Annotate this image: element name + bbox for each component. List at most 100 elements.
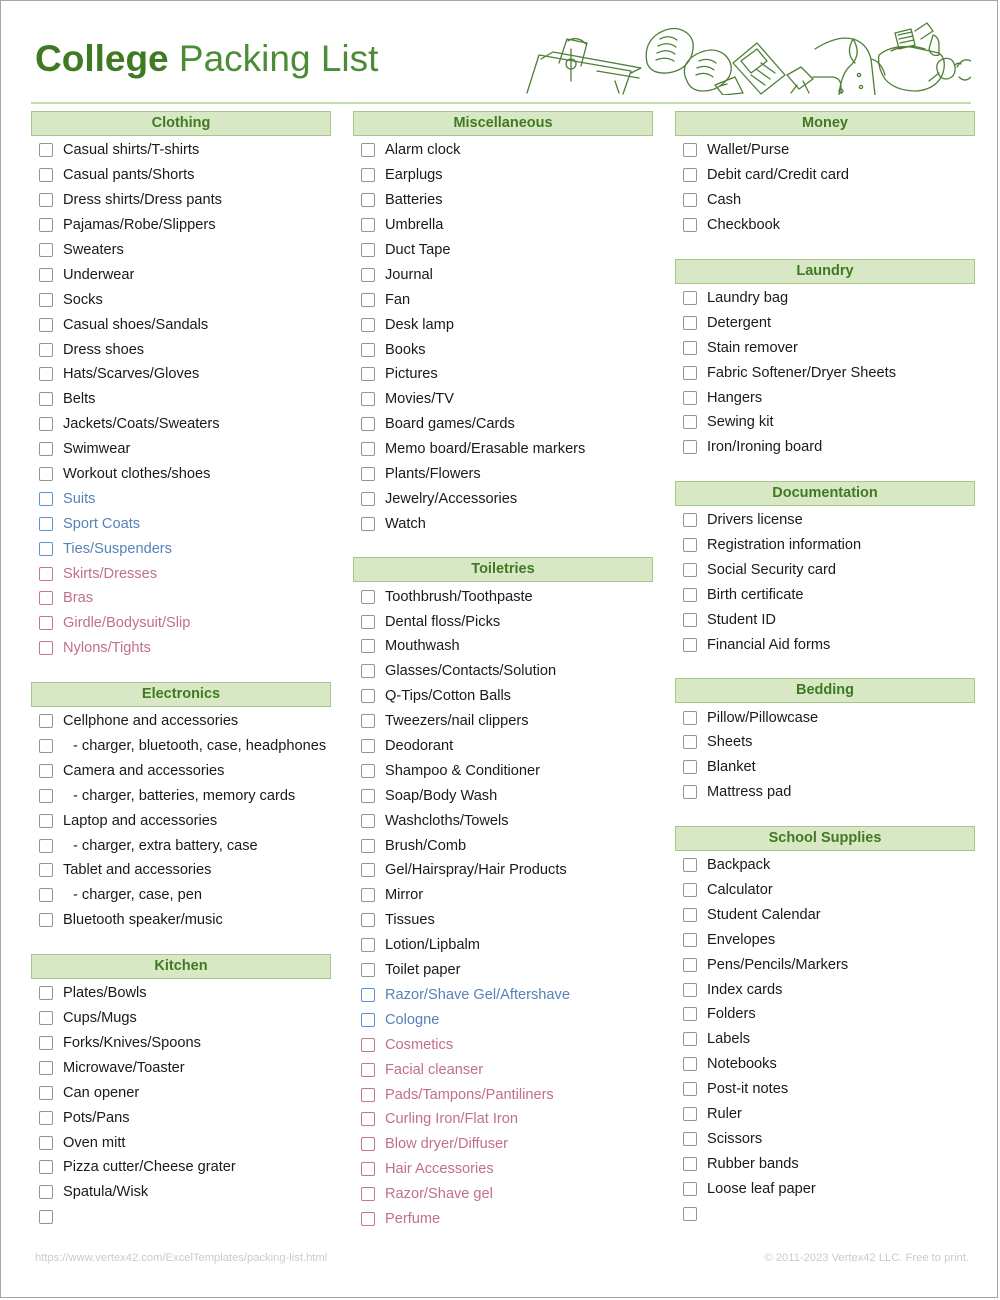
checkbox-icon[interactable] [361,1062,375,1077]
checkbox-icon[interactable] [39,788,53,803]
list-item[interactable]: Calculator [675,878,975,903]
list-item[interactable]: Student Calendar [675,902,975,927]
list-item[interactable]: Plates/Bowls [31,981,331,1006]
checkbox-icon[interactable] [683,735,697,750]
checkbox-icon[interactable] [361,714,375,729]
list-item[interactable]: Curling Iron/Flat Iron [353,1107,653,1132]
list-item[interactable]: Scissors [675,1127,975,1152]
list-item[interactable]: Dress shoes [31,337,331,362]
list-item[interactable]: Can opener [31,1080,331,1105]
checkbox-icon[interactable] [39,591,53,606]
checkbox-icon[interactable] [39,292,53,307]
checkbox-icon[interactable] [39,986,53,1001]
checkbox-icon[interactable] [683,365,697,380]
checkbox-icon[interactable] [683,1156,697,1171]
list-item[interactable]: Casual shirts/T-shirts [31,138,331,163]
checkbox-icon[interactable] [361,143,375,158]
list-item[interactable]: - charger, case, pen [31,883,331,908]
list-item[interactable]: - charger, batteries, memory cards [31,783,331,808]
list-item[interactable]: Dress shirts/Dress pants [31,188,331,213]
checkbox-icon[interactable] [39,1160,53,1175]
checkbox-icon[interactable] [361,342,375,357]
list-item[interactable]: Brush/Comb [353,833,653,858]
list-item[interactable]: Dental floss/Picks [353,609,653,634]
list-item[interactable]: Toothbrush/Toothpaste [353,584,653,609]
list-item[interactable]: Alarm clock [353,138,653,163]
list-item[interactable]: Backpack [675,853,975,878]
list-item[interactable]: Checkbook [675,213,975,238]
list-item[interactable]: Microwave/Toaster [31,1055,331,1080]
checkbox-icon[interactable] [683,415,697,430]
list-item[interactable]: Watch [353,511,653,536]
list-item[interactable]: Tweezers/nail clippers [353,709,653,734]
list-item[interactable]: Gel/Hairspray/Hair Products [353,858,653,883]
list-item[interactable]: Sweaters [31,238,331,263]
list-item[interactable]: - charger, extra battery, case [31,833,331,858]
list-item[interactable]: Girdle/Bodysuit/Slip [31,611,331,636]
checkbox-icon[interactable] [361,317,375,332]
checkbox-icon[interactable] [361,367,375,382]
checkbox-icon[interactable] [361,193,375,208]
list-item[interactable]: Wallet/Purse [675,138,975,163]
list-item[interactable]: Sewing kit [675,410,975,435]
checkbox-icon[interactable] [39,1185,53,1200]
checkbox-icon[interactable] [39,367,53,382]
list-item[interactable]: Fan [353,287,653,312]
list-item[interactable]: Q-Tips/Cotton Balls [353,684,653,709]
checkbox-icon[interactable] [683,390,697,405]
list-item[interactable]: Board games/Cards [353,412,653,437]
list-item[interactable]: Pens/Pencils/Markers [675,952,975,977]
checkbox-icon[interactable] [361,1037,375,1052]
checkbox-icon[interactable] [361,813,375,828]
list-item[interactable]: Laundry bag [675,286,975,311]
list-item[interactable]: Sport Coats [31,511,331,536]
list-item[interactable]: Desk lamp [353,312,653,337]
checkbox-icon[interactable] [39,317,53,332]
footer-source-link[interactable]: https://www.vertex42.com/ExcelTemplates/… [35,1252,327,1264]
list-item[interactable]: Ruler [675,1102,975,1127]
checkbox-icon[interactable] [361,888,375,903]
list-item[interactable]: Birth certificate [675,582,975,607]
list-item[interactable]: - charger, bluetooth, case, headphones [31,734,331,759]
checkbox-icon[interactable] [683,932,697,947]
list-item[interactable]: Lotion/Lipbalm [353,933,653,958]
list-item[interactable]: Movies/TV [353,387,653,412]
list-item[interactable]: Socks [31,287,331,312]
checkbox-icon[interactable] [361,838,375,853]
checkbox-icon[interactable] [683,710,697,725]
list-item[interactable]: Cash [675,188,975,213]
checkbox-icon[interactable] [683,563,697,578]
list-item[interactable]: Laptop and accessories [31,808,331,833]
list-item[interactable]: Forks/Knives/Spoons [31,1031,331,1056]
list-item[interactable]: Perfume [353,1207,653,1232]
checkbox-icon[interactable] [39,243,53,257]
checkbox-icon[interactable] [39,1210,53,1225]
list-item[interactable] [675,1201,975,1226]
list-item[interactable]: Underwear [31,262,331,287]
checkbox-icon[interactable] [361,243,375,257]
list-item[interactable]: Journal [353,262,653,287]
checkbox-icon[interactable] [361,987,375,1002]
list-item[interactable]: Swimwear [31,437,331,462]
list-item[interactable]: Bluetooth speaker/music [31,908,331,933]
list-item[interactable]: Spatula/Wisk [31,1180,331,1205]
list-item[interactable]: Belts [31,387,331,412]
checkbox-icon[interactable] [683,440,697,455]
checkbox-icon[interactable] [39,1110,53,1125]
list-item[interactable]: Hangers [675,385,975,410]
list-item[interactable]: Iron/Ironing board [675,435,975,460]
list-item[interactable]: Memo board/Erasable markers [353,437,653,462]
checkbox-icon[interactable] [361,1012,375,1027]
list-item[interactable]: Student ID [675,607,975,632]
checkbox-icon[interactable] [39,566,53,581]
list-item[interactable]: Rubber bands [675,1151,975,1176]
list-item[interactable]: Plants/Flowers [353,462,653,487]
list-item[interactable]: Index cards [675,977,975,1002]
checkbox-icon[interactable] [683,785,697,800]
list-item[interactable]: Detergent [675,310,975,335]
list-item[interactable]: Financial Aid forms [675,632,975,657]
checkbox-icon[interactable] [361,292,375,307]
checkbox-icon[interactable] [683,193,697,208]
list-item[interactable]: Books [353,337,653,362]
list-item[interactable]: Skirts/Dresses [31,561,331,586]
